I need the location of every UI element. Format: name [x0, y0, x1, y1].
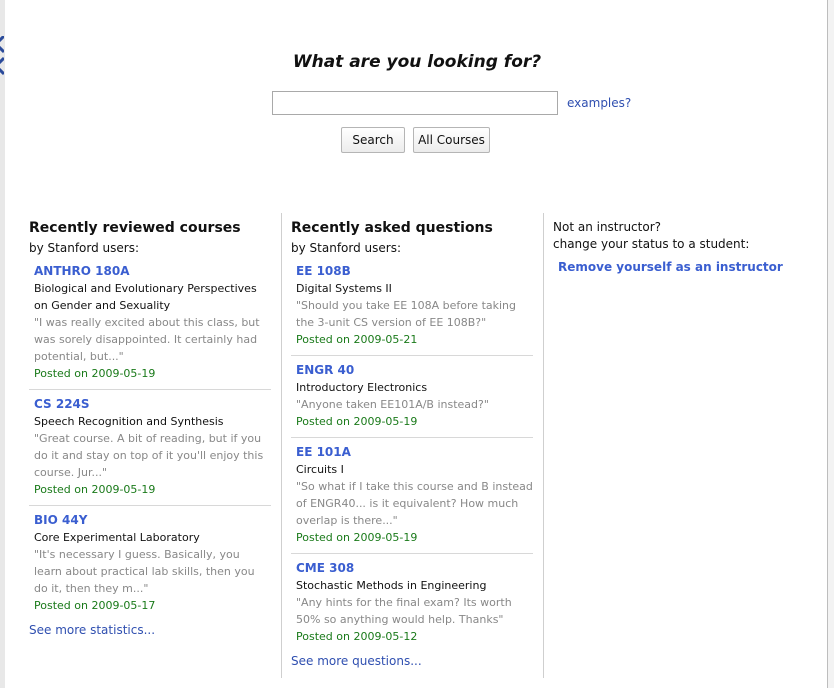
review-item: CS 224S Speech Recognition and Synthesis…: [29, 390, 271, 506]
all-courses-button[interactable]: All Courses: [413, 127, 490, 153]
question-item: ENGR 40 Introductory Electronics "Anyone…: [291, 356, 533, 438]
search-button[interactable]: Search: [341, 127, 405, 153]
question-item: EE 101A Circuits I "So what if I take th…: [291, 438, 533, 554]
course-code-link[interactable]: BIO 44Y: [34, 512, 271, 529]
recently-asked-title: Recently asked questions: [291, 220, 493, 236]
examples-link[interactable]: examples?: [567, 96, 631, 110]
see-more-questions-link[interactable]: See more questions...: [291, 654, 533, 668]
right-shade: [828, 0, 834, 688]
course-name: Speech Recognition and Synthesis: [34, 415, 224, 428]
course-code-link[interactable]: CME 308: [296, 560, 533, 577]
posted-date: Posted on 2009-05-17: [34, 599, 156, 612]
column-divider: [281, 213, 282, 678]
course-code-link[interactable]: CS 224S: [34, 396, 271, 413]
instructor-status-panel: Not an instructor? change your status to…: [553, 215, 813, 274]
question-item: EE 108B Digital Systems II "Should you t…: [291, 257, 533, 356]
posted-date: Posted on 2009-05-19: [296, 531, 418, 544]
course-code-link[interactable]: ANTHRO 180A: [34, 263, 271, 280]
course-name: Digital Systems II: [296, 282, 392, 295]
posted-date: Posted on 2009-05-19: [296, 415, 418, 428]
not-instructor-text: Not an instructor?: [553, 220, 661, 234]
change-status-text: change your status to a student:: [553, 237, 750, 251]
posted-date: Posted on 2009-05-19: [34, 367, 156, 380]
review-quote: "It's necessary I guess. Basically, you …: [34, 548, 255, 595]
course-name: Core Experimental Laboratory: [34, 531, 200, 544]
course-code-link[interactable]: ENGR 40: [296, 362, 533, 379]
course-code-link[interactable]: EE 101A: [296, 444, 533, 461]
recently-asked-panel: Recently asked questions by Stanford use…: [291, 215, 533, 668]
recently-reviewed-panel: Recently reviewed courses by Stanford us…: [29, 215, 271, 637]
posted-date: Posted on 2009-05-19: [34, 483, 156, 496]
remove-instructor-link[interactable]: Remove yourself as an instructor: [558, 260, 813, 274]
course-name: Introductory Electronics: [296, 381, 428, 394]
question-quote: "So what if I take this course and B ins…: [296, 480, 533, 527]
column-divider: [543, 213, 544, 678]
course-name: Stochastic Methods in Engineering: [296, 579, 487, 592]
recently-asked-subtitle: by Stanford users:: [291, 241, 402, 255]
see-more-statistics-link[interactable]: See more statistics...: [29, 623, 271, 637]
question-item: CME 308 Stochastic Methods in Engineerin…: [291, 554, 533, 652]
question-quote: "Anyone taken EE101A/B instead?": [296, 398, 489, 411]
posted-date: Posted on 2009-05-21: [296, 333, 418, 346]
review-item: ANTHRO 180A Biological and Evolutionary …: [29, 257, 271, 390]
course-name: Circuits I: [296, 463, 344, 476]
question-quote: "Should you take EE 108A before taking t…: [296, 299, 516, 329]
recently-reviewed-subtitle: by Stanford users:: [29, 241, 140, 255]
review-quote: "I was really excited about this class, …: [34, 316, 260, 363]
course-name: Biological and Evolutionary Perspectives…: [34, 282, 257, 312]
search-input[interactable]: [272, 91, 558, 115]
review-quote: "Great course. A bit of reading, but if …: [34, 432, 264, 479]
review-item: BIO 44Y Core Experimental Laboratory "It…: [29, 506, 271, 621]
course-code-link[interactable]: EE 108B: [296, 263, 533, 280]
left-window-edge: [0, 0, 5, 688]
question-quote: "Any hints for the final exam? Its worth…: [296, 596, 512, 626]
search-heading: What are you looking for?: [292, 52, 542, 72]
posted-date: Posted on 2009-05-12: [296, 630, 418, 643]
recently-reviewed-title: Recently reviewed courses: [29, 220, 241, 236]
